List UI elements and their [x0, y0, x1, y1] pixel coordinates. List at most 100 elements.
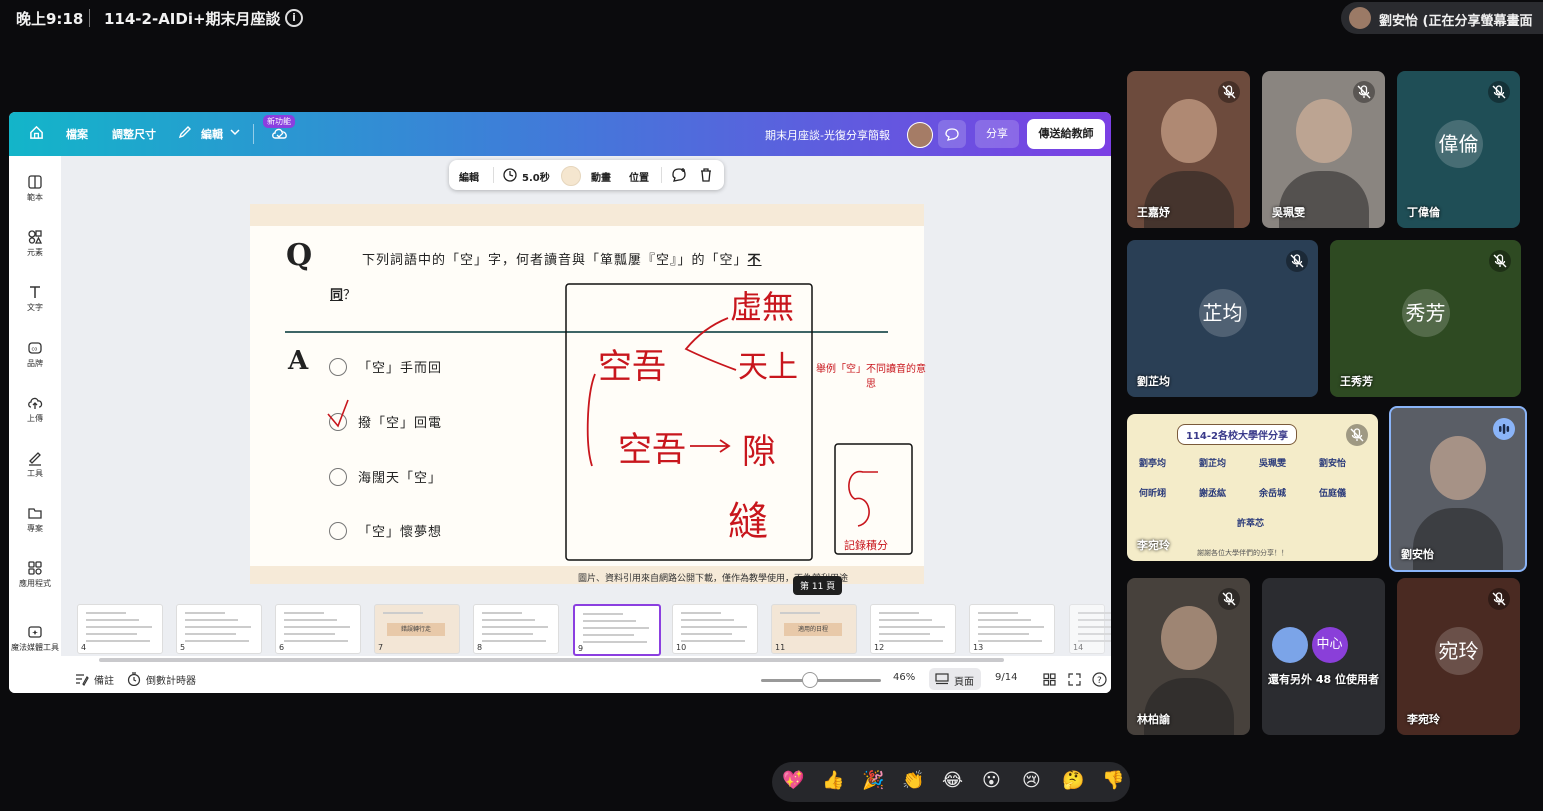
slide-canvas[interactable]: Q 下列詞語中的「空」字，何者讀音與「箪瓢屢『空』」的「空」不 同？ A 「空」…	[250, 204, 926, 584]
thumbnail-line	[284, 612, 324, 614]
share-slide-name: 謝丞紘	[1199, 489, 1227, 499]
thumbnail-line	[86, 619, 139, 621]
sidebar-item-tools[interactable]: 工具	[9, 450, 61, 479]
participant-name: 李宛玲	[1407, 713, 1440, 726]
share-slide-name: 余岳城	[1259, 489, 1287, 499]
participant-tile[interactable]: 王嘉妤	[1127, 71, 1250, 228]
reaction-button[interactable]: 😂	[942, 770, 963, 791]
thumbnail-line	[978, 633, 1029, 635]
presenter-chip[interactable]: 劉安怡 (正在分享螢幕畫面	[1341, 2, 1543, 34]
share-button[interactable]: 分享	[975, 120, 1019, 148]
participant-tile[interactable]: 劉安怡	[1389, 406, 1527, 572]
participant-name: 王嘉妤	[1137, 206, 1170, 219]
info-icon[interactable]: i	[285, 9, 303, 27]
element-context-bar: 編輯 5.0秒 動畫 位置	[449, 160, 724, 190]
participant-tile[interactable]: 吳珮雯	[1262, 71, 1385, 228]
participant-name: 林柏諭	[1137, 713, 1170, 726]
reaction-button[interactable]: 🎉	[862, 770, 884, 791]
thumbnail-line	[1078, 633, 1111, 635]
checkmark-icon	[327, 399, 349, 428]
participant-tile[interactable]: 偉倫 丁偉倫	[1397, 71, 1520, 228]
document-title[interactable]: 期末月座談-光復分享簡報	[765, 127, 890, 143]
edit-button[interactable]: 編輯	[459, 169, 479, 184]
page-counter[interactable]: 9/14	[995, 672, 1017, 683]
participant-name: 吳珮雯	[1272, 206, 1305, 219]
share-slide-name: 劉安怡	[1319, 459, 1347, 469]
slide-thumbnail[interactable]: 12	[870, 604, 956, 654]
sidebar-item-projects[interactable]: 專案	[9, 505, 61, 534]
color-swatch[interactable]	[561, 166, 581, 186]
participant-tile[interactable]: 宛玲 李宛玲	[1397, 578, 1520, 735]
help-icon[interactable]: ?	[1092, 672, 1107, 687]
sidebar-item-uploads[interactable]: 上傳	[9, 395, 61, 424]
zoom-slider-handle[interactable]	[802, 672, 818, 688]
thumbnail-line	[284, 619, 337, 621]
participant-tile[interactable]: 林柏諭	[1127, 578, 1250, 735]
home-icon[interactable]	[29, 125, 44, 140]
resize-menu[interactable]: 調整尺寸	[112, 126, 156, 142]
thumbnail-line	[681, 612, 721, 614]
sidebar-item-apps[interactable]: 應用程式	[9, 560, 61, 589]
sidebar-item-magic-media[interactable]: 魔法媒體工具	[9, 624, 61, 653]
zoom-slider[interactable]	[761, 679, 881, 682]
thumbnail-line	[681, 619, 734, 621]
edit-menu[interactable]: 編輯	[201, 126, 223, 142]
timer-button[interactable]: 倒數計時器	[146, 672, 196, 687]
file-menu[interactable]: 檔案	[66, 126, 88, 142]
thumbnail-line	[185, 626, 251, 628]
page-view-button[interactable]: 頁面	[929, 668, 981, 690]
reaction-button[interactable]: 😮	[982, 770, 1001, 791]
sidebar-item-templates[interactable]: 範本	[9, 174, 61, 203]
thumbnail-line	[185, 633, 236, 635]
fullscreen-icon[interactable]	[1068, 673, 1081, 686]
animate-button[interactable]: 動畫	[591, 169, 611, 184]
participant-tile[interactable]: 114-2各校大學伴分享 劉亭均 劉芷均 吳珮雯 劉安怡 何昕翊 謝丞紘 余岳城 伍庭儀 許萃芯謝…	[1127, 414, 1378, 561]
thumbnail-line	[1078, 640, 1111, 642]
divider	[661, 167, 662, 183]
comment-add-icon[interactable]	[671, 167, 687, 183]
sidebar-item-brand[interactable]: co 品牌	[9, 340, 61, 369]
slide-thumbnail[interactable]: 4	[77, 604, 163, 654]
reaction-button[interactable]: 👏	[902, 770, 924, 791]
participant-tile[interactable]: 秀芳 王秀芳	[1330, 240, 1521, 397]
slide-thumbnail[interactable]: 8	[473, 604, 559, 654]
timer-icon	[127, 672, 141, 686]
send-to-teacher-button[interactable]: 傳送給教師	[1027, 119, 1105, 149]
user-avatar[interactable]	[907, 122, 933, 148]
thumbnail-line	[284, 626, 350, 628]
reaction-button[interactable]: 😢	[1022, 770, 1041, 791]
sidebar-item-elements[interactable]: 元素	[9, 229, 61, 258]
thumbnail-line	[681, 640, 745, 642]
reaction-button[interactable]: 💖	[782, 770, 804, 791]
handwriting-overlay	[327, 283, 913, 561]
slide-thumbnail[interactable]: 6	[275, 604, 361, 654]
slide-thumbnail[interactable]: 錯誤轉行走 7	[374, 604, 460, 654]
notes-button[interactable]: 備註	[94, 672, 114, 687]
slide-thumbnail[interactable]: 14	[1069, 604, 1111, 654]
reaction-button[interactable]: 👎	[1102, 770, 1124, 791]
slide-thumbnail[interactable]: 10	[672, 604, 758, 654]
slide-thumbnail[interactable]: 適用的日程 11	[771, 604, 857, 654]
thumbnail-line	[86, 626, 152, 628]
sidebar-item-label: 範本	[27, 193, 43, 202]
annotation-text: 舉例「空」不同讀音的意思	[816, 364, 926, 390]
comment-button[interactable]	[938, 120, 966, 148]
sidebar-item-text[interactable]: 文字	[9, 284, 61, 313]
reaction-button[interactable]: 👍	[822, 770, 844, 791]
cloud-check-icon[interactable]	[271, 126, 289, 140]
slide-thumbnail[interactable]: 13	[969, 604, 1055, 654]
participant-tile[interactable]: 中心 還有另外 48 位使用者	[1262, 578, 1385, 735]
position-button[interactable]: 位置	[629, 169, 649, 184]
trash-icon[interactable]	[699, 167, 713, 183]
zoom-level[interactable]: 46%	[893, 672, 915, 683]
duration-button[interactable]: 5.0秒	[522, 169, 550, 184]
thumbnail-number: 10	[676, 643, 687, 652]
grid-view-icon[interactable]	[1043, 673, 1056, 686]
filmstrip-scrollbar[interactable]	[99, 658, 1004, 662]
speaking-indicator-icon	[1493, 418, 1515, 440]
slide-thumbnail[interactable]: 9	[573, 604, 661, 656]
reaction-button[interactable]: 🤔	[1062, 770, 1084, 791]
slide-thumbnail[interactable]: 5	[176, 604, 262, 654]
page-view-icon	[935, 673, 949, 685]
participant-tile[interactable]: 芷均 劉芷均	[1127, 240, 1318, 397]
